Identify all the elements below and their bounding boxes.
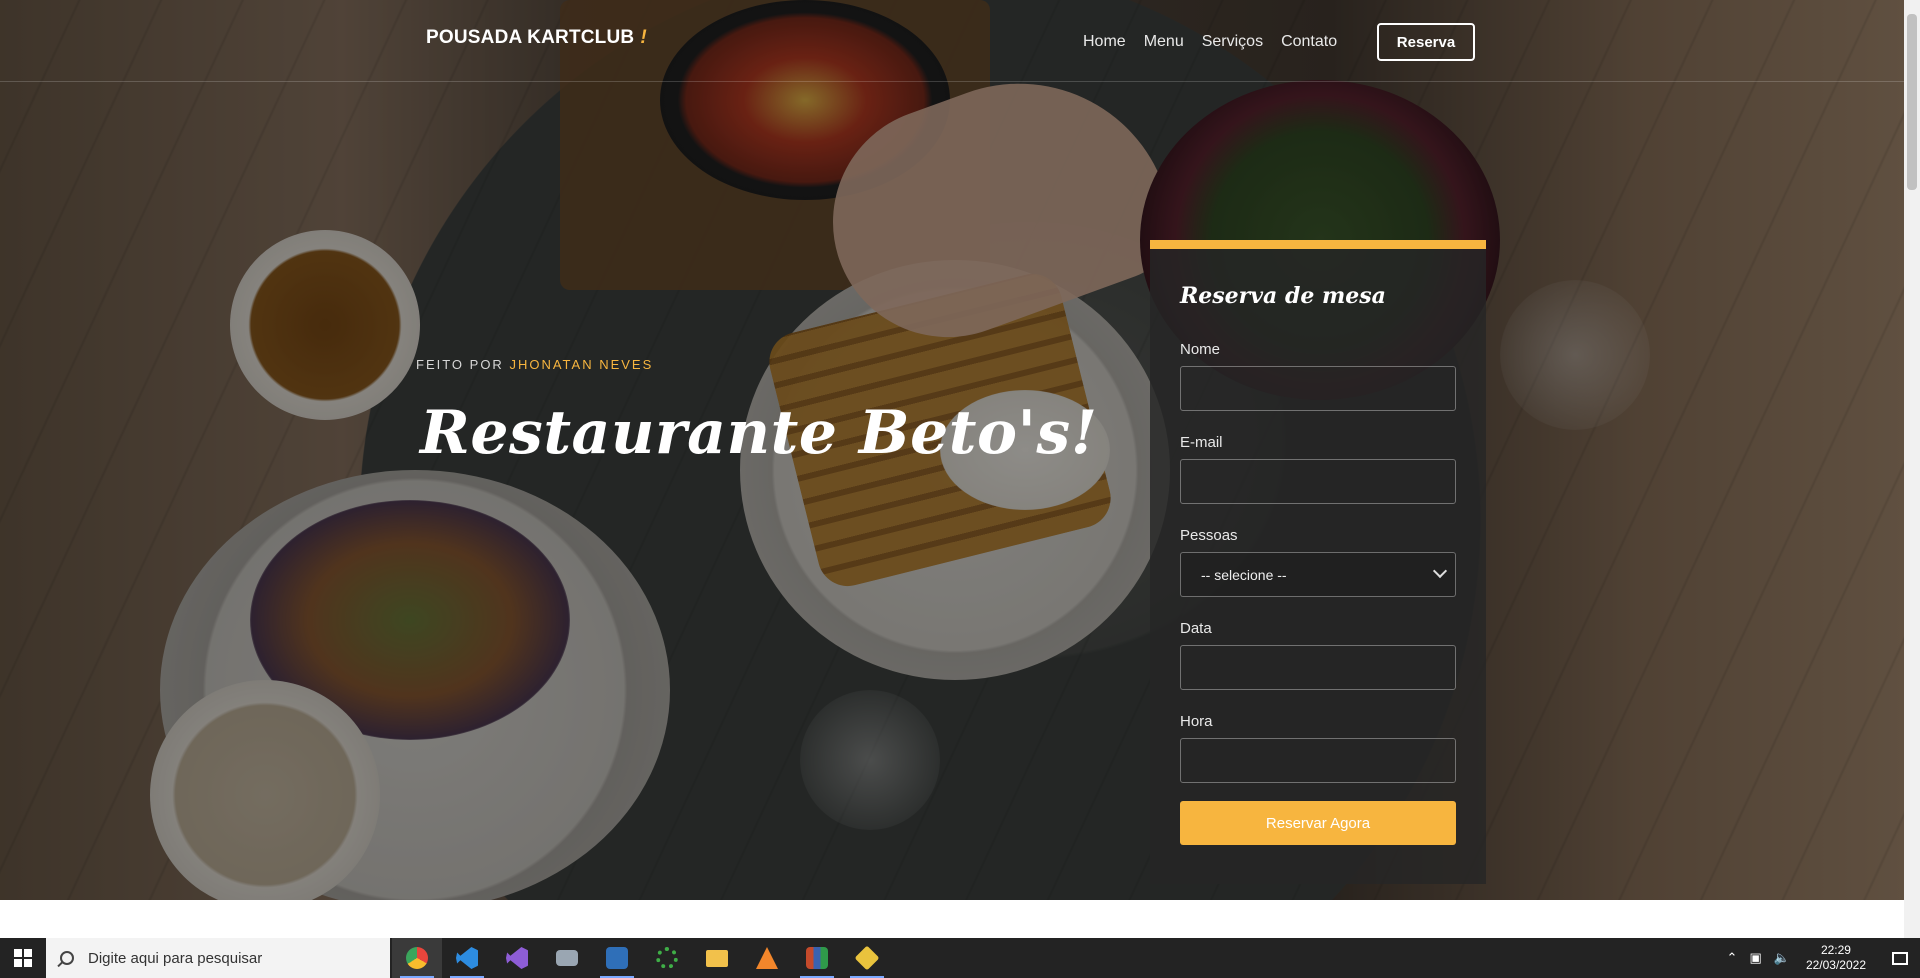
notification-center-button[interactable] bbox=[1880, 938, 1920, 978]
people-select-value: -- selecione -- bbox=[1201, 566, 1287, 583]
taskbar-app-vscode[interactable] bbox=[442, 938, 492, 978]
file-explorer-icon bbox=[706, 949, 728, 967]
chevron-down-icon bbox=[1432, 563, 1448, 579]
time-input[interactable] bbox=[1180, 738, 1456, 783]
windows-logo-icon bbox=[14, 949, 32, 967]
search-placeholder: Digite aqui para pesquisar bbox=[88, 949, 263, 967]
search-icon bbox=[60, 951, 74, 965]
byline-prefix: FEITO POR bbox=[416, 357, 504, 372]
nav-links: Home Menu Serviços Contato bbox=[1083, 33, 1355, 51]
clock-date: 22/03/2022 bbox=[1805, 958, 1866, 972]
navbar: POUSADA KARTCLUB! Home Menu Serviços Con… bbox=[0, 0, 1904, 82]
taskbar-app-visual-studio[interactable] bbox=[492, 938, 542, 978]
page-below-fold bbox=[0, 900, 1904, 938]
brand-logo[interactable]: POUSADA KARTCLUB! bbox=[426, 27, 647, 49]
notification-icon bbox=[1892, 951, 1908, 965]
chrome-icon bbox=[406, 947, 428, 969]
clock-time: 22:29 bbox=[1820, 943, 1851, 957]
taskbar-app-refresh[interactable] bbox=[642, 938, 692, 978]
people-select[interactable]: -- selecione -- bbox=[1180, 552, 1456, 597]
taskbar-app-blue[interactable] bbox=[592, 938, 642, 978]
clock[interactable]: 22:29 22/03/2022 bbox=[1806, 943, 1866, 973]
email-label: E-mail bbox=[1180, 434, 1223, 451]
nav-link-menu[interactable]: Menu bbox=[1144, 33, 1184, 51]
volume-icon[interactable]: 🔈 bbox=[1774, 950, 1790, 966]
system-tray: ⌃ ▣ 🔈 22:29 22/03/2022 bbox=[1721, 938, 1920, 978]
name-input[interactable] bbox=[1180, 366, 1456, 411]
nav-link-servicos[interactable]: Serviços bbox=[1202, 33, 1263, 51]
date-label: Data bbox=[1180, 620, 1212, 637]
network-icon[interactable]: ▣ bbox=[1749, 950, 1761, 966]
taskbar-app-monitor[interactable] bbox=[542, 938, 592, 978]
byline-author[interactable]: JHONATAN NEVES bbox=[509, 357, 653, 372]
hero-byline: FEITO POR JHONATAN NEVES bbox=[416, 357, 653, 372]
time-label: Hora bbox=[1180, 713, 1213, 730]
reserve-button[interactable]: Reserva bbox=[1377, 23, 1475, 61]
people-label: Pessoas bbox=[1180, 527, 1238, 544]
submit-reservation-button[interactable]: Reservar Agora bbox=[1180, 801, 1456, 845]
windows-taskbar: Digite aqui para pesquisar ⌃ ▣ 🔈 22:29 2… bbox=[0, 938, 1920, 978]
start-button[interactable] bbox=[0, 938, 46, 978]
nav-link-home[interactable]: Home bbox=[1083, 33, 1126, 51]
taskbar-apps bbox=[392, 938, 892, 978]
reservation-form: Reserva de mesa Nome E-mail Pessoas -- s… bbox=[1150, 240, 1486, 884]
archive-app-icon bbox=[806, 947, 828, 969]
sublime-icon bbox=[756, 947, 778, 969]
git-app-icon bbox=[854, 945, 880, 971]
brand-name: POUSADA KARTCLUB bbox=[426, 27, 635, 48]
form-title: Reserva de mesa bbox=[1180, 283, 1386, 309]
monitor-app-icon bbox=[556, 950, 578, 966]
chevron-up-icon[interactable]: ⌃ bbox=[1727, 950, 1738, 966]
hero-title: Restaurante Beto's! bbox=[420, 398, 1098, 468]
refresh-app-icon bbox=[656, 947, 678, 969]
name-label: Nome bbox=[1180, 341, 1221, 358]
taskbar-search[interactable]: Digite aqui para pesquisar bbox=[46, 938, 390, 978]
taskbar-app-archive[interactable] bbox=[792, 938, 842, 978]
taskbar-app-explorer[interactable] bbox=[692, 938, 742, 978]
taskbar-app-sublime[interactable] bbox=[742, 938, 792, 978]
page-scrollbar[interactable] bbox=[1904, 0, 1920, 938]
nav-link-contato[interactable]: Contato bbox=[1281, 33, 1337, 51]
brand-accent: ! bbox=[640, 27, 647, 48]
visual-studio-icon bbox=[506, 947, 528, 969]
taskbar-app-chrome[interactable] bbox=[392, 938, 442, 978]
vscode-icon bbox=[456, 947, 478, 969]
scrollbar-thumb[interactable] bbox=[1907, 14, 1917, 190]
email-input[interactable] bbox=[1180, 459, 1456, 504]
taskbar-app-git[interactable] bbox=[842, 938, 892, 978]
app-icon-blue bbox=[606, 947, 628, 969]
date-input[interactable] bbox=[1180, 645, 1456, 690]
